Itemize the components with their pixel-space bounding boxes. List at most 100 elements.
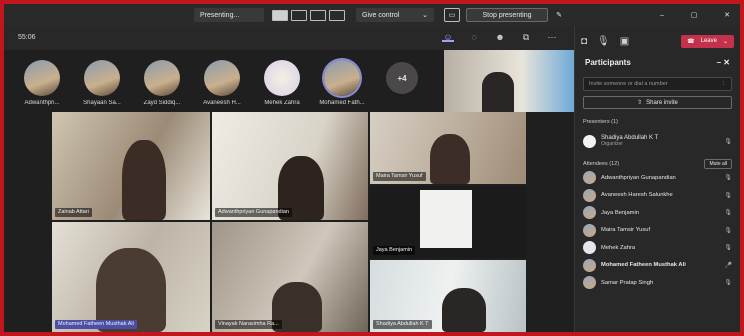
annotate-icon[interactable]: ✎: [554, 8, 564, 22]
participant-row[interactable]: Samar Pratap Singh 🎙: [583, 274, 732, 292]
self-video-tile[interactable]: [444, 50, 574, 112]
avatar: [144, 60, 180, 96]
minimize-icon[interactable]: –: [660, 12, 664, 19]
leave-label: Leave: [700, 37, 717, 44]
give-control-dropdown[interactable]: Give control ⌄: [356, 8, 434, 22]
participant-row[interactable]: Jaya Benjamin 🎙: [583, 204, 732, 222]
panel-actions: – ✕: [717, 58, 730, 67]
participant-name: Samar Pratap Singh: [601, 279, 654, 286]
participant-strip: Adwanthpri... Shayaan Sa... Zayd Siddiq.…: [4, 50, 444, 112]
presenters-label: Presenters (1): [583, 119, 618, 125]
video-grid: Zainab Attari Adwanthpriyan Gunapandian …: [52, 112, 526, 332]
tile-name-label: Vinayak Narasimha Ra...: [215, 320, 282, 329]
participants-icon[interactable]: ☺: [442, 32, 454, 42]
mic-off-icon: 🎙: [724, 280, 732, 287]
layout-side-icon[interactable]: [310, 9, 326, 21]
video-person: [122, 140, 166, 220]
participant-name: Jaya Benjamin: [601, 209, 640, 216]
chat-icon[interactable]: ◌: [468, 32, 480, 42]
video-tile[interactable]: Adwanthpriyan Gunapandian: [212, 112, 368, 220]
avatar: [583, 258, 596, 272]
call-timer: 55:06: [18, 34, 36, 41]
participant-row[interactable]: Mohamed Fatheen Musthak Ali 🎤: [583, 257, 732, 275]
video-tile[interactable]: Maira Tamsir Yusuf: [370, 112, 526, 184]
video-tile[interactable]: Vinayak Narasimha Ra...: [212, 222, 368, 332]
avatar-name: Mehek Zahra: [264, 100, 300, 106]
sharing-toolbar: Presenting... Give control ⌄ ▭ Stop pres…: [4, 4, 740, 26]
tile-name-label: Maira Tamsir Yusuf: [373, 172, 426, 181]
presenter-info: Shadiya Abdullah K T Organizer: [601, 135, 719, 147]
invite-placeholder: Invite someone or dial a number: [589, 81, 668, 87]
panel-title: Participants: [585, 58, 631, 67]
tile-name-label: Shadiya Abdullah K T: [373, 320, 432, 329]
mic-off-icon: 🎙: [724, 210, 732, 217]
participant-row[interactable]: Mehek Zahra 🎙: [583, 239, 732, 257]
avatar: [583, 241, 596, 255]
presenters-section-header[interactable]: Presenters (1): [583, 117, 732, 127]
participant-row[interactable]: Avaneesh Haresh Salunkhe 🎙: [583, 187, 732, 205]
layout-options: [272, 8, 352, 22]
stop-presenting-button[interactable]: Stop presenting: [466, 8, 548, 22]
tile-name-label: Adwanthpriyan Gunapandian: [215, 208, 292, 217]
video-tile[interactable]: Shadiya Abdullah K T: [370, 260, 526, 332]
leave-button[interactable]: ☎ Leave ⌄: [681, 34, 734, 48]
mic-off-icon: 🎙: [724, 175, 732, 182]
presenter-row[interactable]: Shadiya Abdullah K T Organizer 🎙: [583, 131, 732, 151]
avatar-name: Mohamed Fath...: [319, 100, 365, 106]
panel-header: Participants – ✕: [575, 56, 740, 69]
layout-pip-icon[interactable]: [291, 9, 307, 21]
avatar-tile[interactable]: Shayaan Sa...: [72, 60, 132, 106]
layout-speaker-icon[interactable]: [329, 9, 345, 21]
avatar: [583, 206, 596, 220]
avatar: [84, 60, 120, 96]
reactions-icon[interactable]: ☻: [494, 32, 506, 42]
video-person: [430, 134, 470, 184]
close-icon[interactable]: ✕: [723, 58, 730, 67]
participant-name: Adwanthpriyan Gunapandian: [601, 174, 676, 181]
share-invite-button[interactable]: ⇧ Share invite: [583, 96, 732, 109]
video-tile[interactable]: Zainab Attari: [52, 112, 210, 220]
teams-meeting-window: Presenting... Give control ⌄ ▭ Stop pres…: [4, 4, 740, 332]
video-person: [482, 72, 514, 112]
camera-icon[interactable]: ◘: [581, 36, 587, 47]
avatar-tile[interactable]: Mohamed Fath...: [312, 60, 372, 106]
dialpad-icon[interactable]: ⋮: [721, 81, 727, 87]
pop-out-icon[interactable]: –: [717, 58, 721, 67]
give-control-label: Give control: [362, 11, 400, 19]
share-screen-icon[interactable]: ▣: [620, 36, 629, 47]
mic-off-icon[interactable]: 🎙: [597, 36, 610, 47]
avatar-tile[interactable]: Avaneesh H...: [192, 60, 252, 106]
layout-full-icon[interactable]: [272, 9, 288, 21]
include-audio-icon[interactable]: ▭: [444, 8, 460, 22]
avatar: [264, 60, 300, 96]
mic-off-icon: 🎙: [724, 245, 732, 252]
avatar-tile[interactable]: Mehek Zahra: [252, 60, 312, 106]
participant-name: Maira Tamsir Yusuf: [601, 227, 651, 234]
avatar-name: Shayaan Sa...: [83, 100, 121, 106]
participant-row[interactable]: Adwanthpriyan Gunapandian 🎙: [583, 169, 732, 187]
participant-name: Mehek Zahra: [601, 244, 636, 251]
avatar-name: Zayd Siddiq...: [143, 100, 181, 106]
video-person: [442, 288, 486, 332]
mic-off-icon: 🎙: [724, 227, 732, 234]
attendees-label[interactable]: Attendees (12): [583, 161, 619, 167]
invite-input[interactable]: Invite someone or dial a number ⋮: [583, 77, 732, 91]
maximize-icon[interactable]: ▢: [691, 11, 698, 19]
more-participants-button[interactable]: +4: [386, 62, 418, 94]
avatar: [583, 276, 596, 290]
participant-row[interactable]: Maira Tamsir Yusuf 🎙: [583, 222, 732, 240]
rooms-icon[interactable]: ⧉: [520, 32, 532, 42]
participants-panel: ◘ 🎙 ▣ ☎ Leave ⌄ Participants – ✕ Invite …: [574, 26, 740, 332]
more-options-icon[interactable]: ⋯: [546, 32, 558, 42]
video-tile[interactable]: Mohamed Fatheen Musthak Ali: [52, 222, 210, 332]
close-icon[interactable]: ✕: [724, 11, 730, 19]
call-toolbar: 55:06 ☺ ◌ ☻ ⧉ ⋯: [4, 26, 574, 50]
avatar-tile[interactable]: Zayd Siddiq...: [132, 60, 192, 106]
avatar-name: Adwanthpri...: [24, 100, 60, 106]
tile-name-label: Jaya Benjamin: [373, 246, 416, 255]
mic-on-icon: 🎤: [724, 262, 732, 269]
avatar-name: Avaneesh H...: [203, 100, 241, 106]
mute-all-button[interactable]: Mute all: [704, 159, 732, 169]
video-tile[interactable]: Jaya Benjamin: [370, 186, 526, 258]
avatar-tile[interactable]: Adwanthpri...: [12, 60, 72, 106]
